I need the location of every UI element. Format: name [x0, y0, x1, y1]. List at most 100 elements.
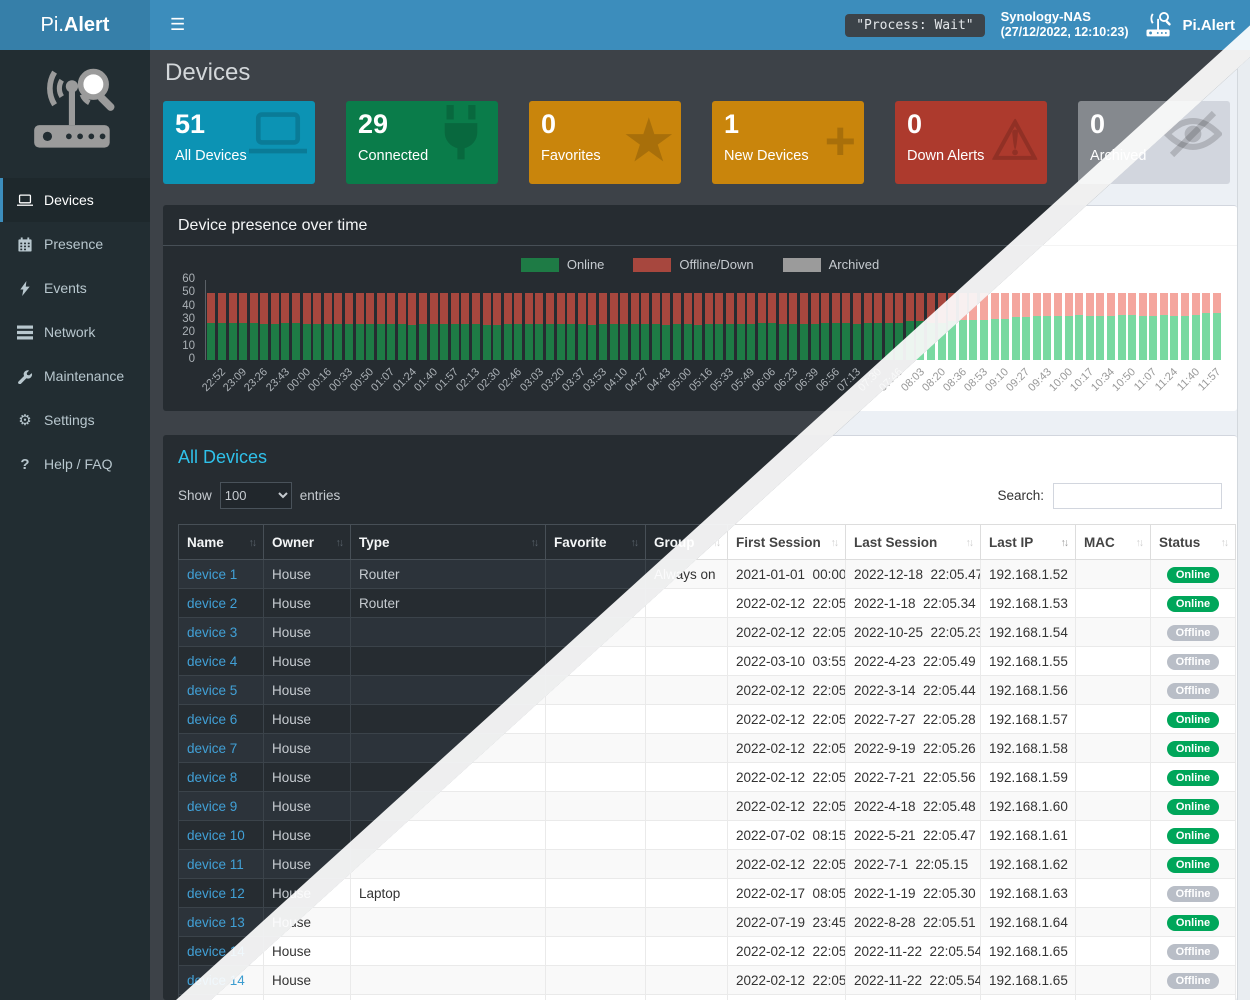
sort-icon[interactable]: ↑↓ [631, 537, 638, 549]
col-header-first-session[interactable]: First Session↑↓ [728, 525, 846, 560]
app-logo[interactable]: Pi.Alert [0, 0, 150, 50]
status-badge: Online [1167, 799, 1219, 815]
cell-mac [1076, 618, 1151, 647]
cell-last-session: 2022-7-27 22:05.28 [846, 705, 981, 734]
sidebar-item-help-faq[interactable]: ?Help / FAQ [0, 442, 150, 486]
status-badge: Online [1167, 770, 1219, 786]
router-search-icon [1144, 12, 1174, 39]
sidebar-item-events[interactable]: Events [0, 266, 150, 310]
cell-last-session: 2022-10-25 22:05.23 [846, 618, 981, 647]
sidebar-item-maintenance[interactable]: Maintenance [0, 354, 150, 398]
cell-owner: House [264, 995, 351, 1000]
device-link[interactable]: device 1 [187, 567, 237, 582]
y-tick-label: 40 [182, 300, 195, 312]
search-input[interactable] [1053, 483, 1222, 509]
device-link[interactable]: device 7 [187, 741, 237, 756]
bar-offline [281, 293, 289, 322]
bar-offline [1096, 293, 1104, 316]
col-header-last-session[interactable]: Last Session↑↓ [846, 525, 981, 560]
card-new-devices[interactable]: 1New Devices+ [712, 101, 864, 184]
cell-mac [1076, 734, 1151, 763]
cell-name: device 12 [179, 879, 264, 908]
col-header-type[interactable]: Type↑↓ [351, 525, 546, 560]
y-tick-label: 60 [182, 273, 195, 285]
bar-online [1213, 313, 1221, 360]
bar-offline [218, 293, 226, 322]
col-header-favorite[interactable]: Favorite↑↓ [546, 525, 646, 560]
cell-name: device 9 [179, 792, 264, 821]
x-tick-label: 00:16 [306, 366, 334, 394]
bar-online [599, 324, 607, 360]
bar-offline [684, 293, 692, 324]
device-link[interactable]: device 6 [187, 712, 237, 727]
device-link[interactable]: device 9 [187, 799, 237, 814]
card-down-alerts[interactable]: 0Down Alerts⚠ [895, 101, 1047, 184]
cell-owner: House [264, 937, 351, 966]
device-link[interactable]: device 12 [187, 886, 245, 901]
col-header-last-ip[interactable]: Last IP↑↓ [981, 525, 1076, 560]
sidebar-item-settings[interactable]: ⚙Settings [0, 398, 150, 442]
bar-offline [768, 293, 776, 322]
pialert-logo [26, 68, 124, 156]
col-header-mac[interactable]: MAC↑↓ [1076, 525, 1151, 560]
cell-status: Offline [1151, 937, 1236, 966]
sort-icon[interactable]: ↑↓ [531, 537, 538, 549]
sidebar-item-presence[interactable]: Presence [0, 222, 150, 266]
sidebar-item-devices[interactable]: Devices [0, 178, 150, 222]
cell-type [351, 647, 546, 676]
device-link[interactable]: device 5 [187, 683, 237, 698]
device-link[interactable]: device 11 [187, 857, 244, 872]
table-row: device 14House2022-02-12 22:052022-11-22… [179, 966, 1236, 995]
legend-item-archived: Archived [783, 257, 880, 272]
cell-first-session: 2022-02-12 22:05 [728, 850, 846, 879]
device-link[interactable]: device 8 [187, 770, 237, 785]
sort-icon[interactable]: ↑↓ [249, 537, 256, 549]
sidebar-toggle-icon[interactable]: ☰ [166, 15, 189, 35]
device-link[interactable]: device 13 [187, 915, 245, 930]
show-label: Show [178, 488, 212, 503]
sort-icon[interactable]: ↑↓ [1221, 537, 1228, 549]
cell-status: Offline [1151, 647, 1236, 676]
page-length-select[interactable]: 100 [220, 482, 292, 509]
bar-online [377, 324, 385, 360]
navbar-right: "Process: Wait" Synology-NAS (27/12/2022… [845, 9, 1235, 41]
bolt-icon [16, 280, 34, 296]
x-tick-label: 10:17 [1068, 366, 1096, 394]
card-connected[interactable]: 29Connected [346, 101, 498, 184]
device-link[interactable]: device 2 [187, 596, 237, 611]
device-link[interactable]: device 4 [187, 654, 237, 669]
device-link[interactable]: device 10 [187, 828, 245, 843]
sort-icon[interactable]: ↑↓ [336, 537, 343, 549]
cell-group [646, 792, 728, 821]
x-tick-label: 10:00 [1047, 366, 1075, 394]
device-link[interactable]: device 3 [187, 625, 237, 640]
sort-icon[interactable]: ↑↓ [966, 537, 973, 549]
col-header-owner[interactable]: Owner↑↓ [264, 525, 351, 560]
col-header-status[interactable]: Status↑↓ [1151, 525, 1236, 560]
cell-name: device 2 [179, 589, 264, 618]
cell-mac [1076, 792, 1151, 821]
x-tick-label: 04:27 [623, 366, 651, 394]
cell-type [351, 908, 546, 937]
card-all-devices[interactable]: 51All Devices [163, 101, 315, 184]
bar-offline [271, 293, 279, 324]
col-header-name[interactable]: Name↑↓ [179, 525, 264, 560]
bar-online [631, 324, 639, 360]
cell-name: device 5 [179, 676, 264, 705]
x-tick-label: 05:33 [708, 366, 736, 394]
cell-group [646, 647, 728, 676]
bar-online [620, 324, 628, 360]
cell-first-session: 2022-02-17 08:05 [728, 879, 846, 908]
card-favorites[interactable]: 0Favorites★ [529, 101, 681, 184]
sort-icon[interactable]: ↑↓ [831, 537, 838, 549]
bar-online [1086, 316, 1094, 360]
sort-icon[interactable]: ↑↓ [1136, 537, 1143, 549]
bar-offline [451, 293, 459, 324]
cell-status: Online [1151, 792, 1236, 821]
sort-icon[interactable]: ↑↓ [1061, 537, 1068, 549]
bar-offline [747, 293, 755, 324]
process-status-badge[interactable]: "Process: Wait" [845, 14, 984, 37]
sidebar-item-network[interactable]: Network [0, 310, 150, 354]
bar-offline [1033, 293, 1041, 316]
cell-group [646, 937, 728, 966]
